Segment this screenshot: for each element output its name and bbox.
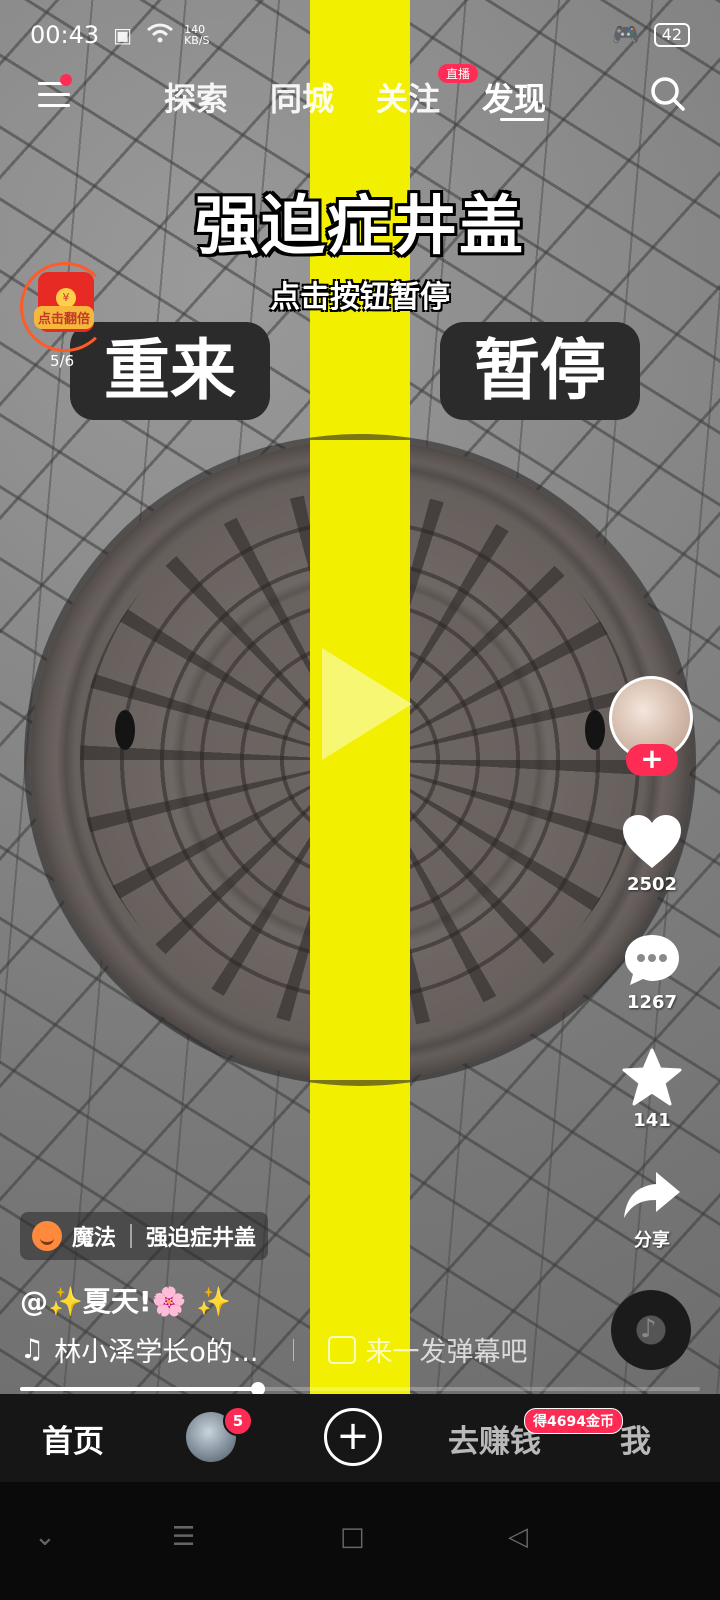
battery-indicator: 42 [653, 23, 690, 47]
divider [130, 1224, 133, 1248]
music-icon: ♫ [20, 1334, 45, 1365]
like-button[interactable]: 2502 [620, 814, 684, 895]
yellow-road-line-overlay [310, 440, 410, 1080]
bottom-tab-bar: 首页 5 + 去赚钱 得4694金币 我 [0, 1394, 720, 1482]
restart-button[interactable]: 重来 [70, 322, 270, 420]
tab-me[interactable]: 我 [620, 1416, 651, 1461]
danmaku-input[interactable]: 来一发弹幕吧 [327, 1330, 528, 1369]
divider [292, 1338, 294, 1361]
share-button[interactable]: 分享 [620, 1168, 684, 1252]
danmaku-icon [327, 1335, 356, 1364]
favorite-button[interactable]: 141 [620, 1048, 684, 1131]
live-badge: 直播 [438, 64, 479, 83]
music-note-icon: ♪ [640, 1314, 657, 1344]
magic-face-icon [32, 1221, 62, 1251]
search-icon[interactable] [650, 76, 686, 112]
wifi-icon [146, 22, 174, 49]
share-label: 分享 [634, 1230, 670, 1251]
effect-label: 魔法 [72, 1226, 117, 1251]
play-icon[interactable] [322, 648, 412, 760]
friends-badge: 5 [223, 1406, 253, 1436]
video-title-overlay: 强迫症井盖 [195, 190, 525, 264]
manhole-hole-left [115, 710, 135, 750]
system-navigation-bar: ⌄ ☰ □ ◁ [0, 1482, 720, 1600]
network-speed: 140 KB/S [184, 24, 209, 46]
chevron-down-icon[interactable]: ⌄ [34, 1522, 56, 1552]
comment-button[interactable]: 1267 [620, 932, 684, 1013]
status-time: 00:43 [30, 21, 100, 49]
effect-name: 强迫症井盖 [146, 1226, 257, 1251]
music-title[interactable]: 林小泽学长o的... [54, 1330, 258, 1369]
tab-following[interactable]: 关注 [376, 74, 440, 120]
effect-tag-bar[interactable]: 魔法 强迫症井盖 [20, 1212, 269, 1260]
tab-explore[interactable]: 探索 [164, 74, 228, 120]
video-progress-bar[interactable] [20, 1382, 700, 1396]
manhole-hole-right [585, 710, 605, 750]
comment-icon [625, 935, 679, 985]
tab-discover[interactable]: 发现 [482, 74, 546, 120]
heart-icon [623, 815, 681, 868]
red-packet-label[interactable]: 点击翻倍 [34, 306, 95, 329]
coin-icon: ¥ [56, 288, 76, 308]
recent-apps-icon[interactable]: ☰ [172, 1522, 195, 1552]
coin-badge: 得4694金币 [524, 1408, 623, 1434]
pause-button[interactable]: 暂停 [440, 322, 640, 420]
game-mode-icon: 🎮 [612, 22, 640, 48]
star-icon [622, 1048, 682, 1106]
music-row: ♫ 林小泽学长o的... 来一发弹幕吧 [20, 1330, 620, 1369]
follow-button[interactable]: + [626, 744, 678, 776]
menu-notification-dot [60, 74, 72, 86]
add-button[interactable]: + [324, 1408, 382, 1466]
tab-local[interactable]: 同城 [270, 74, 334, 120]
danmaku-placeholder: 来一发弹幕吧 [365, 1337, 528, 1368]
home-icon[interactable]: □ [340, 1522, 365, 1552]
favorite-count: 141 [633, 1110, 671, 1131]
author-name[interactable]: @✨夏天!🌸 ✨ [20, 1280, 231, 1320]
share-icon [624, 1172, 680, 1218]
active-tab-indicator [500, 118, 544, 121]
comment-count: 1267 [626, 992, 678, 1013]
status-bar: 00:43 ▣ 140 KB/S 🎮 42 [0, 0, 720, 70]
like-count: 2502 [626, 874, 678, 895]
red-packet-count: 5/6 [50, 352, 75, 370]
back-icon[interactable]: ◁ [508, 1522, 528, 1552]
network-speed-unit: KB/S [184, 34, 210, 47]
notification-icon: ▣ [113, 23, 133, 47]
menu-icon[interactable] [38, 82, 70, 110]
progress-fill [20, 1387, 258, 1391]
tab-home[interactable]: 首页 [42, 1416, 104, 1461]
top-navigation: 探索 同城 关注 直播 发现 [0, 64, 720, 130]
